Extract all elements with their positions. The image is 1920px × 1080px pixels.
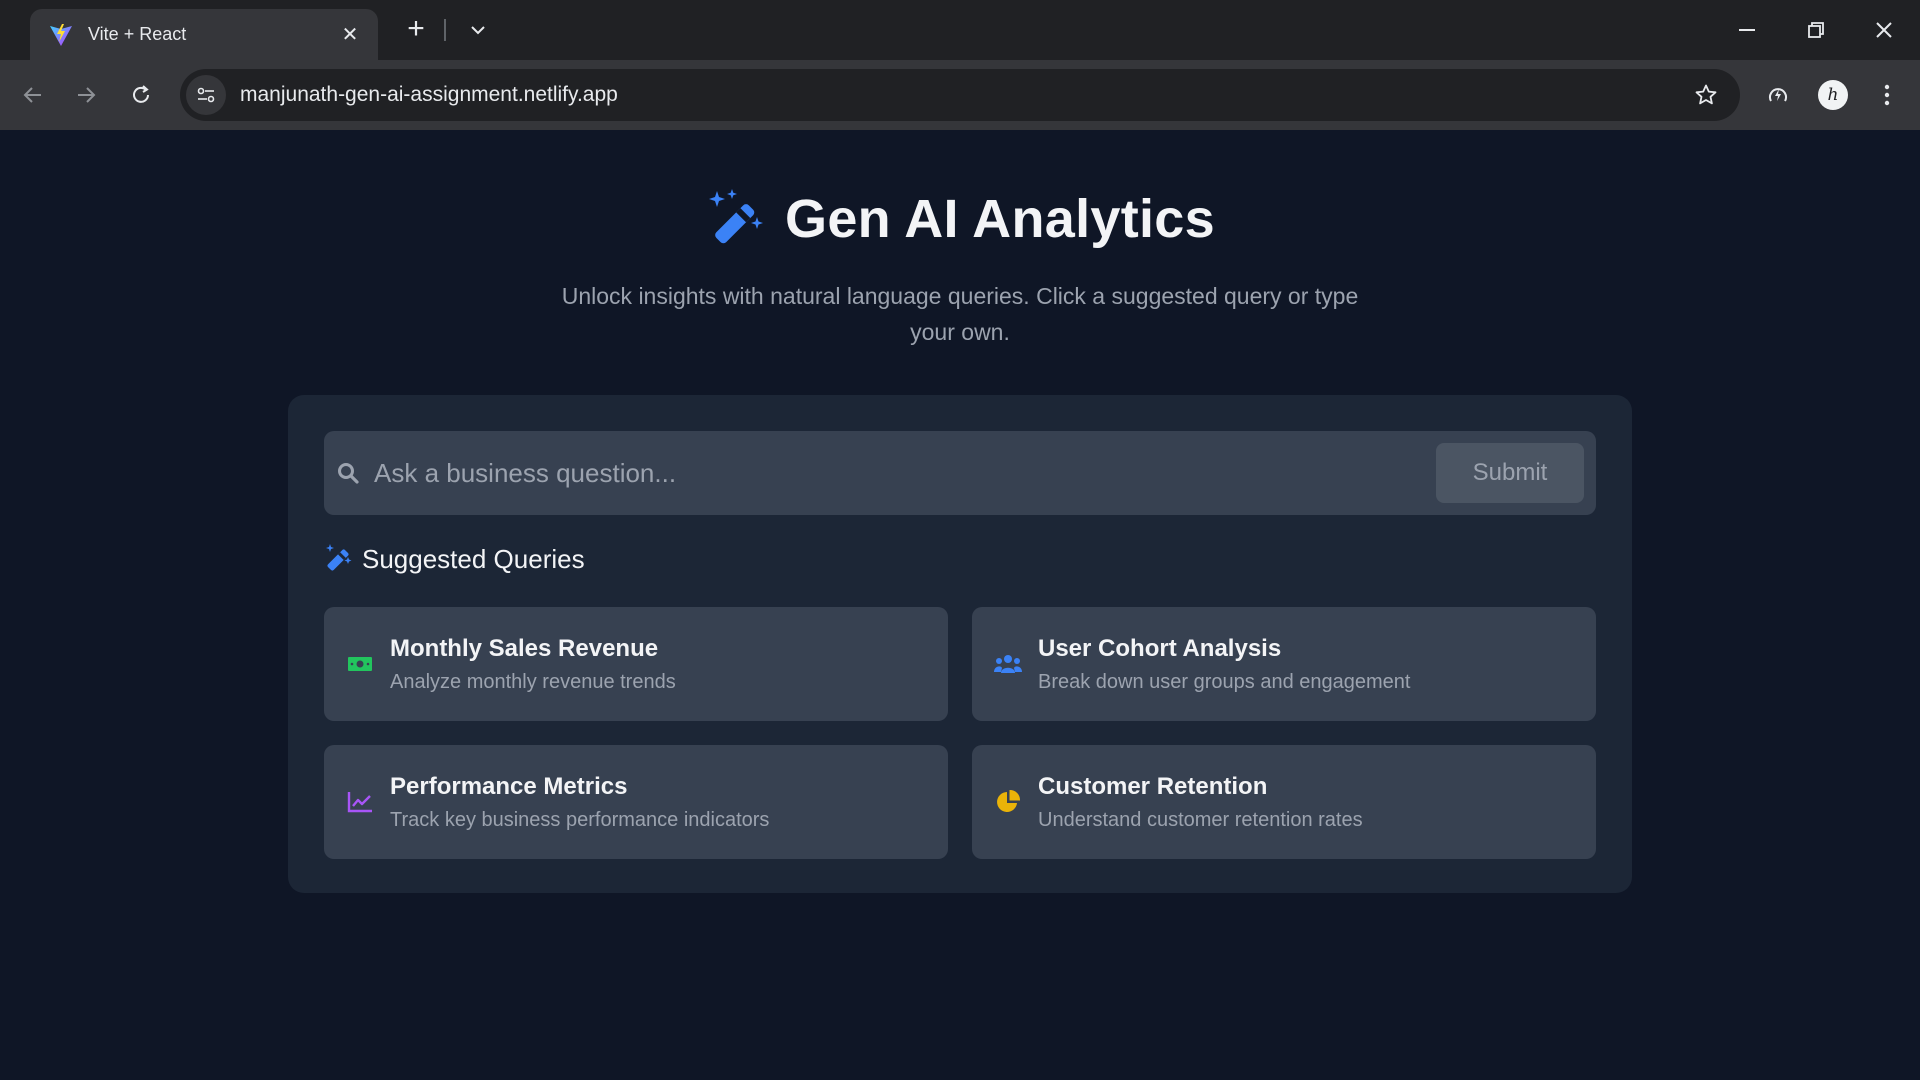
menu-dots-icon[interactable] bbox=[1869, 77, 1905, 113]
card-title: Monthly Sales Revenue bbox=[390, 634, 659, 662]
card-title: Customer Retention bbox=[1038, 772, 1268, 800]
suggested-query-card[interactable]: Performance Metrics Track key business p… bbox=[324, 745, 948, 859]
suggested-queries-heading: Suggested Queries bbox=[324, 543, 585, 576]
vite-logo-icon bbox=[48, 22, 74, 48]
page-subtitle: Unlock insights with natural language qu… bbox=[561, 283, 1359, 345]
magic-wand-icon bbox=[324, 543, 352, 576]
card-description: Analyze monthly revenue trends bbox=[390, 670, 676, 693]
search-bar: Submit bbox=[324, 431, 1596, 515]
submit-button[interactable]: Submit bbox=[1436, 443, 1584, 503]
page-title: Gen AI Analytics bbox=[785, 189, 1215, 249]
suggested-query-card[interactable]: User Cohort Analysis Break down user gro… bbox=[972, 607, 1596, 721]
suggested-query-card[interactable]: Customer Retention Understand customer r… bbox=[972, 745, 1596, 859]
reload-icon[interactable] bbox=[123, 77, 159, 113]
search-input[interactable] bbox=[374, 443, 1436, 503]
card-description: Track key business performance indicator… bbox=[390, 808, 770, 831]
money-bill-icon bbox=[346, 650, 374, 678]
close-window-icon[interactable] bbox=[1850, 0, 1918, 60]
close-tab-icon[interactable]: ✕ bbox=[336, 21, 364, 49]
card-description: Break down user groups and engagement bbox=[1038, 670, 1411, 693]
card-description: Understand customer retention rates bbox=[1038, 808, 1363, 831]
new-tab-plus-icon[interactable]: + bbox=[398, 12, 434, 48]
hero-header: Gen AI Analytics bbox=[0, 188, 1920, 250]
magic-wand-icon bbox=[705, 188, 764, 250]
section-title: Suggested Queries bbox=[362, 544, 585, 574]
browser-toolbar: manjunath-gen-ai-assignment.netlify.app … bbox=[0, 60, 1920, 130]
back-arrow-icon[interactable] bbox=[15, 77, 51, 113]
avatar: h bbox=[1818, 80, 1848, 110]
tab-title: Vite + React bbox=[88, 24, 187, 44]
browser-tab-bar: Vite + React ✕ + bbox=[0, 0, 1920, 60]
app-page: Gen AI Analytics Unlock insights with na… bbox=[0, 130, 1920, 1080]
address-bar[interactable]: manjunath-gen-ai-assignment.netlify.app bbox=[180, 69, 1740, 121]
bookmark-star-icon[interactable] bbox=[1686, 75, 1726, 115]
url-text[interactable]: manjunath-gen-ai-assignment.netlify.app bbox=[240, 83, 1686, 107]
tab-divider bbox=[444, 19, 446, 41]
query-panel: Submit Suggested Queries Monthly Sales R… bbox=[288, 395, 1632, 893]
site-settings-icon[interactable] bbox=[186, 75, 226, 115]
suggested-query-card[interactable]: Monthly Sales Revenue Analyze monthly re… bbox=[324, 607, 948, 721]
profile-avatar[interactable]: h bbox=[1815, 77, 1851, 113]
minimize-icon[interactable] bbox=[1714, 0, 1782, 60]
card-title: User Cohort Analysis bbox=[1038, 634, 1282, 662]
search-icon bbox=[336, 461, 360, 485]
forward-arrow-icon[interactable] bbox=[68, 77, 104, 113]
restore-icon[interactable] bbox=[1782, 0, 1850, 60]
chevron-down-icon[interactable] bbox=[460, 12, 496, 48]
pie-chart-icon bbox=[994, 788, 1022, 816]
card-title: Performance Metrics bbox=[390, 772, 628, 800]
line-chart-icon bbox=[346, 788, 374, 816]
browser-tab[interactable]: Vite + React ✕ bbox=[30, 9, 378, 60]
users-icon bbox=[994, 650, 1022, 678]
performance-icon[interactable] bbox=[1760, 77, 1796, 113]
